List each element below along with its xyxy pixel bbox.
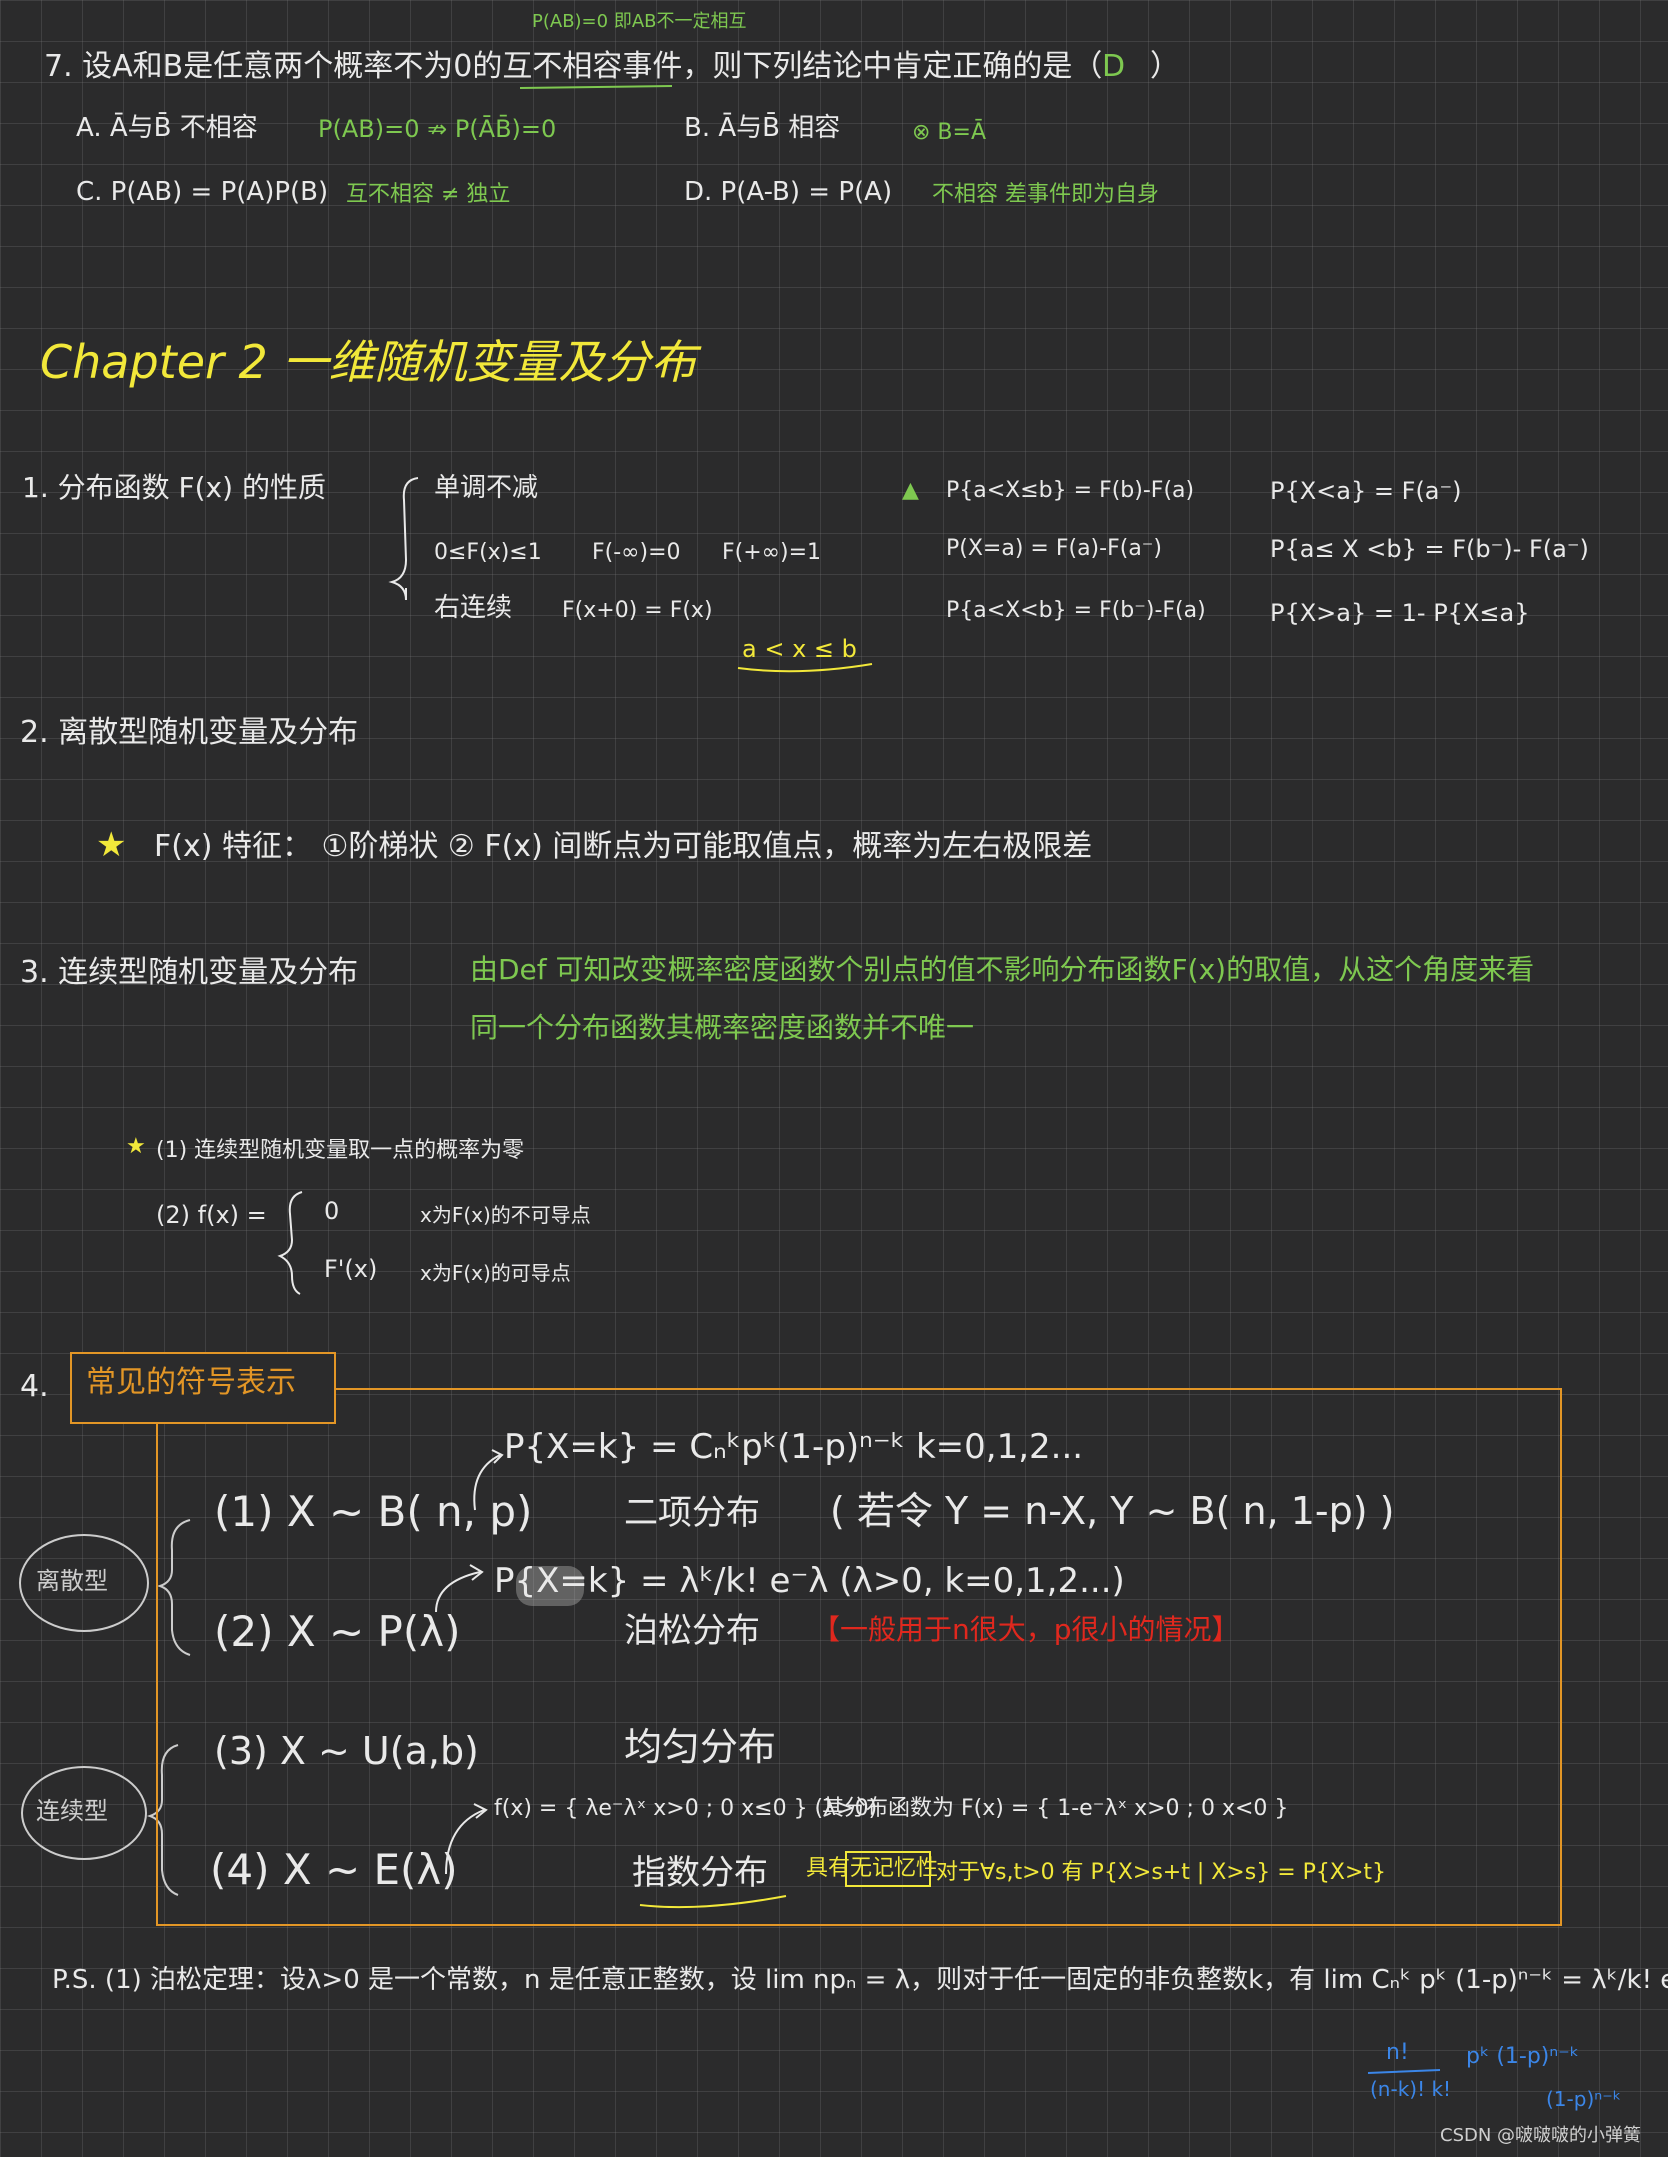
- q7-option-a-note: P(AB)=0 ⇏ P(ĀB̄)=0: [318, 115, 557, 143]
- s1-prop-neg-inf: F(-∞)=0: [592, 540, 681, 565]
- ps-blue-terms-2: (1-p)ⁿ⁻ᵏ: [1546, 2087, 1622, 2111]
- s2-content: F(x) 特征： ①阶梯状 ② F(x) 间断点为可能取值点，概率为左右极限差: [154, 829, 1093, 864]
- s1-interval-note: a < x ≤ b: [742, 635, 857, 663]
- s1-prop-monotone: 单调不减: [434, 473, 539, 503]
- exponential-pdf: f(x) = { λe⁻λˣ x>0 ; 0 x≤0 } (λ>0): [494, 1796, 878, 1821]
- s3-note-2-zero: 0: [324, 1197, 340, 1225]
- s3-green-line-2: 同一个分布函数其概率密度函数并不唯一: [470, 1011, 975, 1044]
- s1-prop-pos-inf: F(+∞)=1: [722, 540, 822, 565]
- s1-prop-right-cont-formula: F(x+0) = F(x): [562, 598, 713, 623]
- s1-prop-right-cont: 右连续: [434, 593, 513, 623]
- exponential-cdf: 其分布函数为 F(x) = { 1-e⁻λˣ x>0 ; 0 x<0 }: [822, 1796, 1289, 1821]
- star-small-icon: ★: [126, 1134, 146, 1159]
- binomial-note: ( 若令 Y = n-X, Y ~ B( n, 1-p) ): [830, 1489, 1395, 1533]
- poisson-note: 【一般用于n很大，p很小的情况】: [812, 1613, 1240, 1646]
- q7-option-b: B. Ā与B̄ 相容: [684, 113, 841, 143]
- binomial-formula: P{X=k} = Cₙᵏpᵏ(1-p)ⁿ⁻ᵏ k=0,1,2...: [504, 1427, 1084, 1467]
- section1-title: 1. 分布函数 F(x) 的性质: [22, 471, 326, 504]
- triangle-icon: ▲: [902, 478, 919, 503]
- s3-note-2-zero-cond: x为F(x)的不可导点: [420, 1203, 591, 1227]
- q7-option-d: D. P(A-B) = P(A): [684, 177, 893, 207]
- ps-poisson-theorem: P.S. (1) 泊松定理：设λ>0 是一个常数，n 是任意正整数，设 lim …: [52, 1965, 1668, 1995]
- side-label-continuous: 连续型: [36, 1797, 108, 1825]
- binomial-item: (1) X ~ B( n, p): [214, 1487, 533, 1536]
- ps-blue-denominator: (n-k)! k!: [1370, 2077, 1452, 2101]
- chapter-title: Chapter 2 一维随机变量及分布: [40, 335, 697, 389]
- s3-note-2-deriv-cond: x为F(x)的可导点: [420, 1261, 571, 1285]
- s1-prop-range: 0≤F(x)≤1: [434, 540, 542, 565]
- s3-note-1: (1) 连续型随机变量取一点的概率为零: [156, 1138, 525, 1163]
- s1-formula-5: P{a≤ X <b} = F(b⁻)- F(a⁻): [1270, 535, 1589, 563]
- q7-close-paren: ）: [1150, 49, 1180, 84]
- q7-option-c: C. P(AB) = P(A)P(B): [76, 177, 329, 207]
- q7-question: 7. 设A和B是任意两个概率不为0的互不相容事件，则下列结论中肯定正确的是（: [44, 49, 1103, 84]
- s1-formula-2: P(X=a) = F(a)-F(a⁻): [946, 536, 1162, 561]
- s3-green-line-1: 由Def 可知改变概率密度函数个别点的值不影响分布函数F(x)的取值，从这个角度…: [470, 953, 1535, 986]
- q7-option-d-note: 不相容 差事件即为自身: [932, 182, 1159, 207]
- poisson-name: 泊松分布: [624, 1611, 760, 1651]
- section2-title: 2. 离散型随机变量及分布: [20, 715, 359, 750]
- exponential-item: (4) X ~ E(λ): [210, 1845, 458, 1894]
- watermark: CSDN @啵啵啵的小弹簧: [1440, 2125, 1642, 2146]
- exponential-property-note: 对于∀s,t>0 有 P{X>s+t | X>s} = P{X>t}: [936, 1860, 1387, 1885]
- s3-note-2-deriv: F'(x): [324, 1255, 378, 1283]
- uniform-item: (3) X ~ U(a,b): [214, 1729, 479, 1773]
- s1-formula-4: P{X<a} = F(a⁻): [1270, 477, 1462, 505]
- section4-title: 常见的符号表示: [86, 1365, 296, 1400]
- exponential-property: 具有无记忆性: [806, 1856, 939, 1881]
- section3-title: 3. 连续型随机变量及分布: [20, 955, 359, 990]
- exponential-name: 指数分布: [632, 1853, 768, 1893]
- ps-blue-numerator: n!: [1386, 2040, 1409, 2065]
- section4-number: 4.: [20, 1369, 49, 1404]
- q7-option-c-note: 互不相容 ≠ 独立: [346, 182, 511, 207]
- q7-option-a: A. Ā与B̄ 不相容: [76, 113, 258, 143]
- q7-top-note: P(AB)=0 即AB不一定相互: [532, 11, 747, 32]
- s3-note-2: (2) f(x) =: [156, 1201, 267, 1229]
- poisson-formula: P{X=k} = λᵏ/k! e⁻λ (λ>0, k=0,1,2...): [494, 1561, 1125, 1601]
- s1-formula-1: P{a<X≤b} = F(b)-F(a): [946, 478, 1195, 503]
- s1-formula-6: P{X>a} = 1- P{X≤a}: [1270, 599, 1530, 627]
- poisson-item: (2) X ~ P(λ): [214, 1607, 461, 1656]
- star-icon: ★: [96, 825, 127, 865]
- uniform-name: 均匀分布: [624, 1725, 777, 1769]
- ps-blue-terms: pᵏ (1-p)ⁿ⁻ᵏ: [1466, 2044, 1580, 2069]
- side-label-discrete: 离散型: [36, 1567, 108, 1595]
- binomial-name: 二项分布: [624, 1493, 760, 1533]
- q7-answer: D: [1102, 49, 1126, 84]
- s1-formula-3: P{a<X<b} = F(b⁻)-F(a): [946, 598, 1206, 623]
- q7-option-b-note: ⊗ B=Ā: [912, 120, 987, 145]
